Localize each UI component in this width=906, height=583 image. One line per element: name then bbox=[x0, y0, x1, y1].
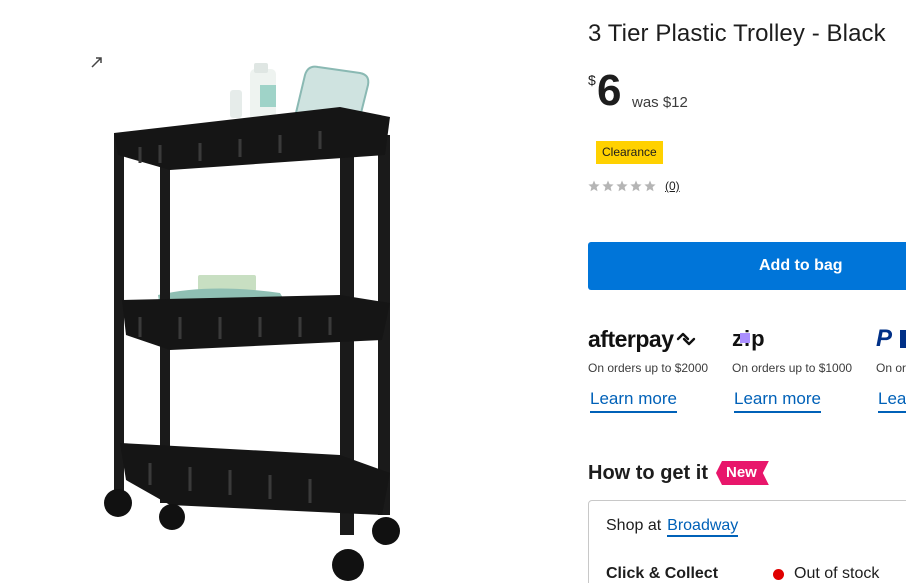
paypal-logo-extra bbox=[900, 330, 906, 348]
rating: (0) bbox=[588, 177, 680, 195]
afterpay-note: On orders up to $2000 bbox=[588, 361, 709, 375]
current-price: 6 bbox=[597, 66, 622, 115]
product-image[interactable] bbox=[90, 55, 410, 583]
paypal-note: On or $200 bbox=[876, 361, 906, 375]
add-to-bag-button[interactable]: Add to bag bbox=[588, 242, 906, 290]
clearance-badge: Clearance bbox=[596, 141, 663, 164]
status-dot-icon bbox=[773, 568, 784, 580]
store-availability-box: Shop at Broadway Click & Collect Out of s… bbox=[588, 500, 906, 583]
shop-at-row: Shop at Broadway bbox=[606, 517, 739, 537]
paypal-logo-icon: P bbox=[876, 322, 906, 356]
expand-icon[interactable] bbox=[90, 55, 104, 69]
store-link[interactable]: Broadway bbox=[667, 517, 739, 537]
product-image-gallery bbox=[0, 0, 560, 583]
payment-option-paypal: P On or $200 Lea bbox=[876, 322, 906, 413]
new-badge: New bbox=[716, 461, 769, 485]
rating-stars bbox=[588, 180, 656, 192]
shop-at-label: Shop at bbox=[606, 517, 662, 534]
how-to-get-it-header: How to get it New bbox=[588, 461, 769, 485]
afterpay-learn-more-link[interactable]: Learn more bbox=[590, 389, 677, 413]
star-icon bbox=[644, 180, 656, 192]
afterpay-arrows-icon bbox=[677, 332, 696, 346]
afterpay-logo-icon: afterpay bbox=[588, 322, 728, 356]
zip-logo-icon: zip bbox=[732, 322, 872, 356]
zip-logo-accent-icon bbox=[739, 333, 750, 343]
was-price: was $12 bbox=[632, 94, 688, 111]
star-icon bbox=[616, 180, 628, 192]
zip-learn-more-link[interactable]: Learn more bbox=[734, 389, 821, 413]
product-info: 3 Tier Plastic Trolley - Black $ 6 was $… bbox=[588, 0, 906, 583]
afterpay-logo-text: afterpay bbox=[588, 325, 674, 352]
how-to-get-it-heading: How to get it bbox=[588, 461, 708, 484]
star-icon bbox=[602, 180, 614, 192]
currency-symbol: $ bbox=[588, 72, 596, 88]
click-collect-label: Click & Collect bbox=[606, 565, 719, 582]
stock-status: Out of stock bbox=[773, 565, 879, 583]
star-icon bbox=[630, 180, 642, 192]
star-icon bbox=[588, 180, 600, 192]
paypal-logo-text: P bbox=[876, 325, 893, 352]
payment-option-zip: zip On orders up to $1000 Learn more bbox=[732, 322, 872, 413]
product-title: 3 Tier Plastic Trolley - Black bbox=[588, 20, 886, 47]
stock-status-text: Out of stock bbox=[794, 565, 880, 582]
rating-count-link[interactable]: (0) bbox=[665, 179, 680, 193]
zip-note: On orders up to $1000 bbox=[732, 361, 853, 375]
payment-option-afterpay: afterpay On orders up to $2000 Learn mor… bbox=[588, 322, 728, 413]
paypal-learn-more-link[interactable]: Lea bbox=[878, 389, 906, 413]
